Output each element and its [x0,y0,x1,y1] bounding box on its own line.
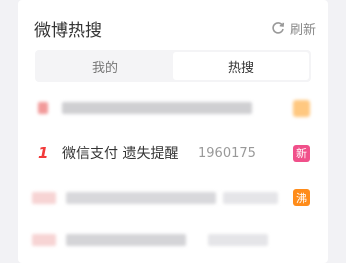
panel-title: 微博热搜 [34,20,102,41]
heat-count: 1960175 [198,145,256,161]
refresh-icon [272,22,285,34]
panel-header: 微博热搜 刷新 [34,14,316,42]
blurred-topic [62,102,252,114]
rank-number: 1 [38,144,49,162]
tab-bar: 我的 热搜 [35,50,311,82]
topic-title[interactable]: 微信支付 遗失提醒 [62,143,178,163]
hot-badge: 沸 [293,189,310,206]
blurred-heat [223,192,278,204]
blurred-topic [66,192,216,204]
blurred-rank [32,192,56,204]
blurred-topic [66,234,186,246]
blurred-heat [208,234,268,246]
new-badge: 新 [293,144,310,162]
list-item[interactable]: 1 微信支付 遗失提醒 1960175 新 [18,138,328,168]
refresh-label: 刷新 [289,22,316,38]
blurred-badge [293,100,310,117]
blurred-rank [32,234,56,246]
hot-search-panel: 微博热搜 刷新 我的 热搜 1 微信支付 遗失提醒 1960175 新 沸 [18,0,328,263]
tab-mine[interactable]: 我的 [37,52,173,80]
blurred-rank [38,102,48,114]
tab-hot-search[interactable]: 热搜 [173,52,309,80]
refresh-button[interactable]: 刷新 [271,19,316,38]
list-item[interactable] [18,93,328,123]
list-item[interactable] [18,225,328,255]
list-item[interactable]: 沸 [18,183,328,213]
